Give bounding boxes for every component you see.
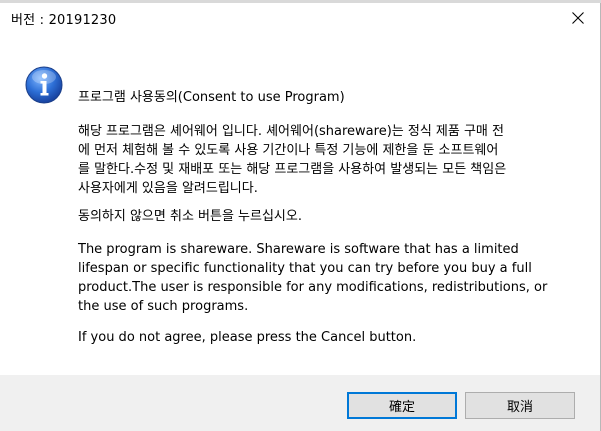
- ok-button[interactable]: 確定: [347, 392, 457, 419]
- english-cancel-prompt: If you do not agree, please press the Ca…: [78, 330, 417, 345]
- dialog-content: 프로그램 사용동의(Consent to use Program) 해당 프로그…: [0, 32, 601, 375]
- ok-button-label: 確定: [388, 400, 415, 415]
- korean-cancel-prompt: 동의하지 않으면 취소 버튼을 누르십시오.: [78, 209, 302, 224]
- window-title: 버전 : 20191230: [11, 13, 117, 28]
- korean-notice-text: 해당 프로그램은 셰어웨어 입니다. 셰어웨어(shareware)는 정식 제…: [78, 124, 507, 196]
- title-bar[interactable]: 버전 : 20191230: [0, 3, 601, 32]
- info-icon: [25, 66, 63, 104]
- close-button[interactable]: [555, 3, 601, 32]
- cancel-button-label: 取消: [506, 400, 533, 415]
- close-icon: [572, 11, 584, 24]
- cancel-button[interactable]: 取消: [465, 392, 575, 419]
- english-notice-text: The program is shareware. Shareware is s…: [78, 242, 548, 314]
- consent-heading: 프로그램 사용동의(Consent to use Program): [78, 90, 345, 105]
- dialog-footer: 確定 取消: [0, 375, 601, 431]
